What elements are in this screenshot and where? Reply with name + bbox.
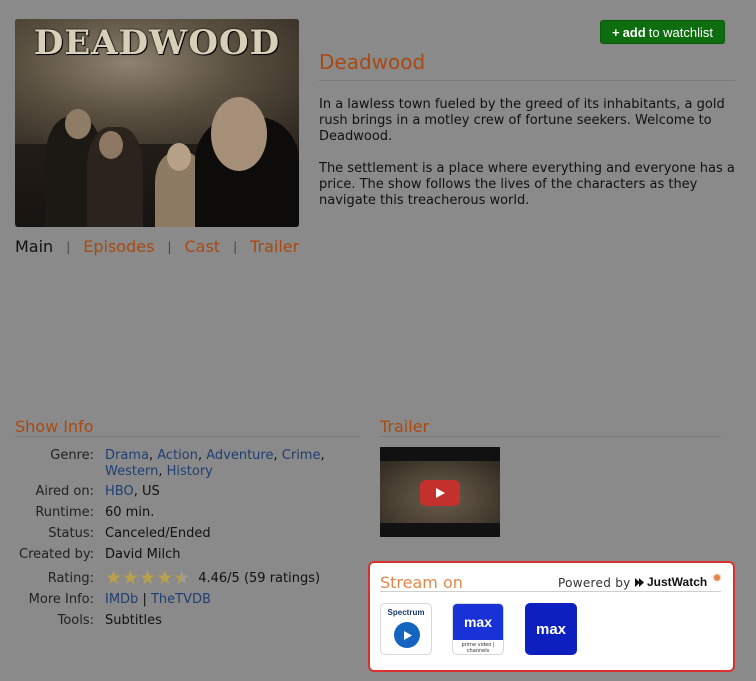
poster-figure	[65, 109, 91, 139]
provider-max-prime-channels[interactable]: max prime video | channels	[452, 603, 504, 655]
imdb-link[interactable]: IMDb	[105, 592, 138, 607]
subnav-separator: |	[233, 239, 238, 254]
powered-by-text: Powered by	[558, 576, 631, 590]
show-description: The settlement is a place where everythi…	[319, 161, 735, 208]
add-to-watchlist-button[interactable]: + add to watchlist	[600, 20, 725, 44]
genre-row: Genre: Drama, Action, Adventure, Crime, …	[0, 448, 350, 480]
plus-icon: +	[611, 24, 620, 40]
subnav-separator: |	[66, 239, 71, 254]
justwatch-logo[interactable]: JustWatch	[635, 575, 707, 589]
max-logo-text: max	[453, 604, 503, 640]
watchlist-rest-text: to watchlist	[648, 24, 714, 40]
genre-link[interactable]: Crime	[282, 448, 321, 463]
tools-row: Tools: Subtitles	[0, 613, 350, 629]
rating-label: Rating:	[47, 571, 94, 586]
tools-label: Tools:	[57, 613, 94, 628]
stream-on-panel: Stream on Powered by JustWatch ✹ Spectru…	[368, 561, 735, 672]
star-icon[interactable]: ★	[122, 569, 139, 588]
runtime-value: 60 min.	[105, 505, 155, 520]
star-icon[interactable]: ★	[173, 569, 190, 588]
network-link[interactable]: HBO	[105, 484, 134, 499]
creator-row: Created by: David Milch	[0, 547, 350, 563]
more-info-links: IMDb | TheTVDB	[105, 592, 211, 608]
max-logo-text: max	[535, 620, 567, 638]
genre-link[interactable]: Action	[157, 448, 198, 463]
poster-figure	[167, 143, 191, 171]
title-divider	[319, 80, 735, 81]
genre-list: Drama, Action, Adventure, Crime, Western…	[105, 448, 335, 480]
youtube-play-icon[interactable]	[420, 480, 460, 506]
show-title: Deadwood	[319, 50, 426, 74]
genre-separator: ,	[320, 448, 325, 463]
star-icon[interactable]: ★	[139, 569, 156, 588]
star-icon[interactable]: ★	[105, 569, 122, 588]
country-text: , US	[133, 484, 160, 499]
aired-value: HBO, US	[105, 484, 160, 500]
aired-label: Aired on:	[35, 484, 94, 499]
genre-separator: ,	[197, 448, 203, 463]
poster-logo: DEADWOOD	[33, 23, 281, 63]
more-info-label: More Info:	[28, 592, 94, 607]
spectrum-logo-text: Spectrum	[387, 608, 425, 617]
genre-link[interactable]: History	[167, 464, 213, 479]
play-icon	[394, 622, 420, 648]
subnav-trailer[interactable]: Trailer	[250, 237, 299, 256]
rating-text: 4.46/5 (59 ratings)	[198, 571, 321, 586]
trailer-heading: Trailer	[380, 417, 430, 436]
justwatch-text: JustWatch	[647, 575, 708, 589]
show-poster: DEADWOOD	[15, 19, 299, 227]
subnav-cast[interactable]: Cast	[184, 237, 220, 256]
show-subnav: Main | Episodes | Cast | Trailer	[15, 237, 299, 256]
show-description: In a lawless town fueled by the greed of…	[319, 97, 725, 144]
more-info-row: More Info: IMDb | TheTVDB	[0, 592, 350, 608]
thetvdb-link[interactable]: TheTVDB	[151, 592, 211, 607]
genre-separator: ,	[158, 464, 163, 479]
watchlist-add-text: add	[622, 24, 646, 40]
provider-spectrum[interactable]: Spectrum	[380, 603, 432, 655]
subnav-episodes[interactable]: Episodes	[83, 237, 154, 256]
rating-stars[interactable]: ★ ★ ★ ★ ★	[105, 569, 190, 588]
subnav-main[interactable]: Main	[15, 237, 53, 256]
subnav-separator: |	[167, 239, 172, 254]
poster-figure	[211, 97, 267, 171]
justwatch-icon	[635, 577, 644, 587]
gear-icon[interactable]: ✹	[712, 571, 722, 585]
trailer-divider	[380, 436, 721, 437]
poster-figure	[99, 131, 123, 159]
creator-link[interactable]: David Milch	[105, 547, 181, 563]
genre-separator: ,	[148, 448, 154, 463]
rating-row: Rating: ★ ★ ★ ★ ★ 4.46/5 (59 ratings)	[0, 569, 350, 588]
show-info-divider	[15, 436, 360, 437]
genre-separator: ,	[273, 448, 278, 463]
aired-row: Aired on: HBO, US	[0, 484, 350, 500]
trailer-video-thumbnail[interactable]	[380, 447, 500, 537]
creator-label: Created by:	[19, 547, 94, 562]
genre-label: Genre:	[50, 448, 94, 463]
stream-on-heading: Stream on	[380, 573, 463, 592]
stream-divider	[380, 591, 721, 592]
status-row: Status: Canceled/Ended	[0, 526, 350, 542]
status-label: Status:	[48, 526, 94, 541]
prime-channels-text: prime video | channels	[461, 642, 495, 654]
subtitles-link[interactable]: Subtitles	[105, 613, 162, 629]
star-icon[interactable]: ★	[156, 569, 173, 588]
genre-link[interactable]: Adventure	[206, 448, 273, 463]
runtime-label: Runtime:	[35, 505, 94, 520]
link-separator: |	[142, 592, 147, 607]
show-info-heading: Show Info	[15, 417, 94, 436]
genre-link[interactable]: Western	[105, 464, 158, 479]
runtime-row: Runtime: 60 min.	[0, 505, 350, 521]
status-value: Canceled/Ended	[105, 526, 211, 541]
genre-link[interactable]: Drama	[105, 448, 149, 463]
provider-max[interactable]: max	[525, 603, 577, 655]
rating-value: ★ ★ ★ ★ ★ 4.46/5 (59 ratings)	[105, 569, 321, 588]
